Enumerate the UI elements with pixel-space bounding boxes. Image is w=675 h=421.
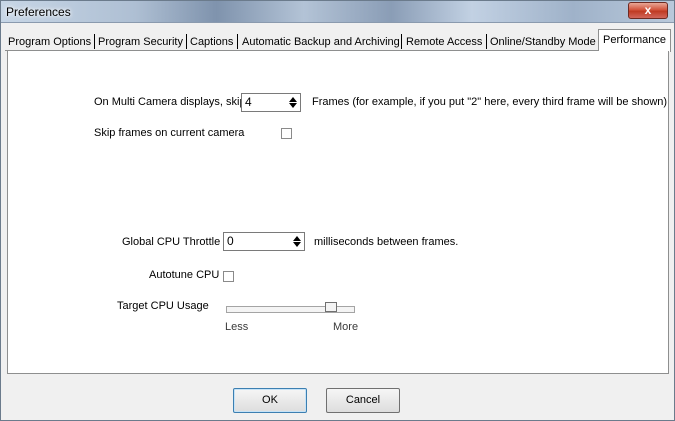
title-bar[interactable]: Preferences x bbox=[1, 1, 674, 23]
cpu-throttle-value[interactable]: 0 bbox=[227, 234, 234, 248]
ok-button[interactable]: OK bbox=[233, 388, 307, 413]
window-title: Preferences bbox=[6, 5, 71, 19]
skip-current-camera-checkbox[interactable] bbox=[281, 128, 292, 139]
close-icon: x bbox=[644, 3, 652, 17]
spinner-arrows-icon[interactable] bbox=[290, 234, 303, 249]
spin-down-icon[interactable] bbox=[292, 242, 301, 247]
spin-up-icon[interactable] bbox=[288, 97, 297, 102]
target-cpu-max-label: More bbox=[333, 321, 359, 333]
tab-separator bbox=[237, 34, 238, 49]
preferences-window: Preferences x Program Options Program Se… bbox=[0, 0, 675, 421]
cpu-throttle-label: Global CPU Throttle bbox=[122, 236, 221, 248]
autotune-cpu-label: Autotune CPU bbox=[149, 269, 220, 281]
spinner-arrows-icon[interactable] bbox=[286, 95, 299, 110]
cancel-button[interactable]: Cancel bbox=[326, 388, 400, 413]
multi-camera-skip-value[interactable]: 4 bbox=[245, 95, 252, 109]
target-cpu-slider-thumb[interactable] bbox=[325, 302, 338, 312]
spin-up-icon[interactable] bbox=[292, 236, 301, 241]
tab-online-standby[interactable]: Online/Standby Mode bbox=[487, 33, 596, 51]
spin-down-icon[interactable] bbox=[288, 103, 297, 108]
tab-automatic-backup[interactable]: Automatic Backup and Archiving bbox=[239, 33, 400, 51]
button-bar: OK Cancel bbox=[7, 373, 669, 418]
close-button[interactable]: x bbox=[628, 2, 668, 19]
tab-strip: Program Options Program Security Caption… bbox=[5, 29, 671, 52]
autotune-cpu-checkbox[interactable] bbox=[223, 271, 234, 282]
multi-camera-skip-spinner[interactable]: 4 bbox=[241, 93, 301, 112]
cpu-throttle-spinner[interactable]: 0 bbox=[223, 232, 305, 251]
tab-performance[interactable]: Performance bbox=[598, 29, 671, 52]
skip-current-camera-label: Skip frames on current camera bbox=[94, 127, 245, 139]
tab-separator bbox=[401, 34, 402, 49]
multi-camera-skip-label: On Multi Camera displays, skip bbox=[94, 96, 246, 108]
cpu-throttle-suffix: milliseconds between frames. bbox=[314, 236, 459, 248]
tab-captions[interactable]: Captions bbox=[187, 33, 233, 51]
multi-camera-skip-suffix: Frames (for example, if you put "2" here… bbox=[312, 96, 668, 108]
tab-remote-access[interactable]: Remote Access bbox=[403, 33, 482, 51]
target-cpu-label: Target CPU Usage bbox=[117, 300, 209, 312]
tab-program-options[interactable]: Program Options bbox=[5, 33, 91, 51]
tab-program-security[interactable]: Program Security bbox=[95, 33, 183, 51]
target-cpu-min-label: Less bbox=[225, 321, 249, 333]
